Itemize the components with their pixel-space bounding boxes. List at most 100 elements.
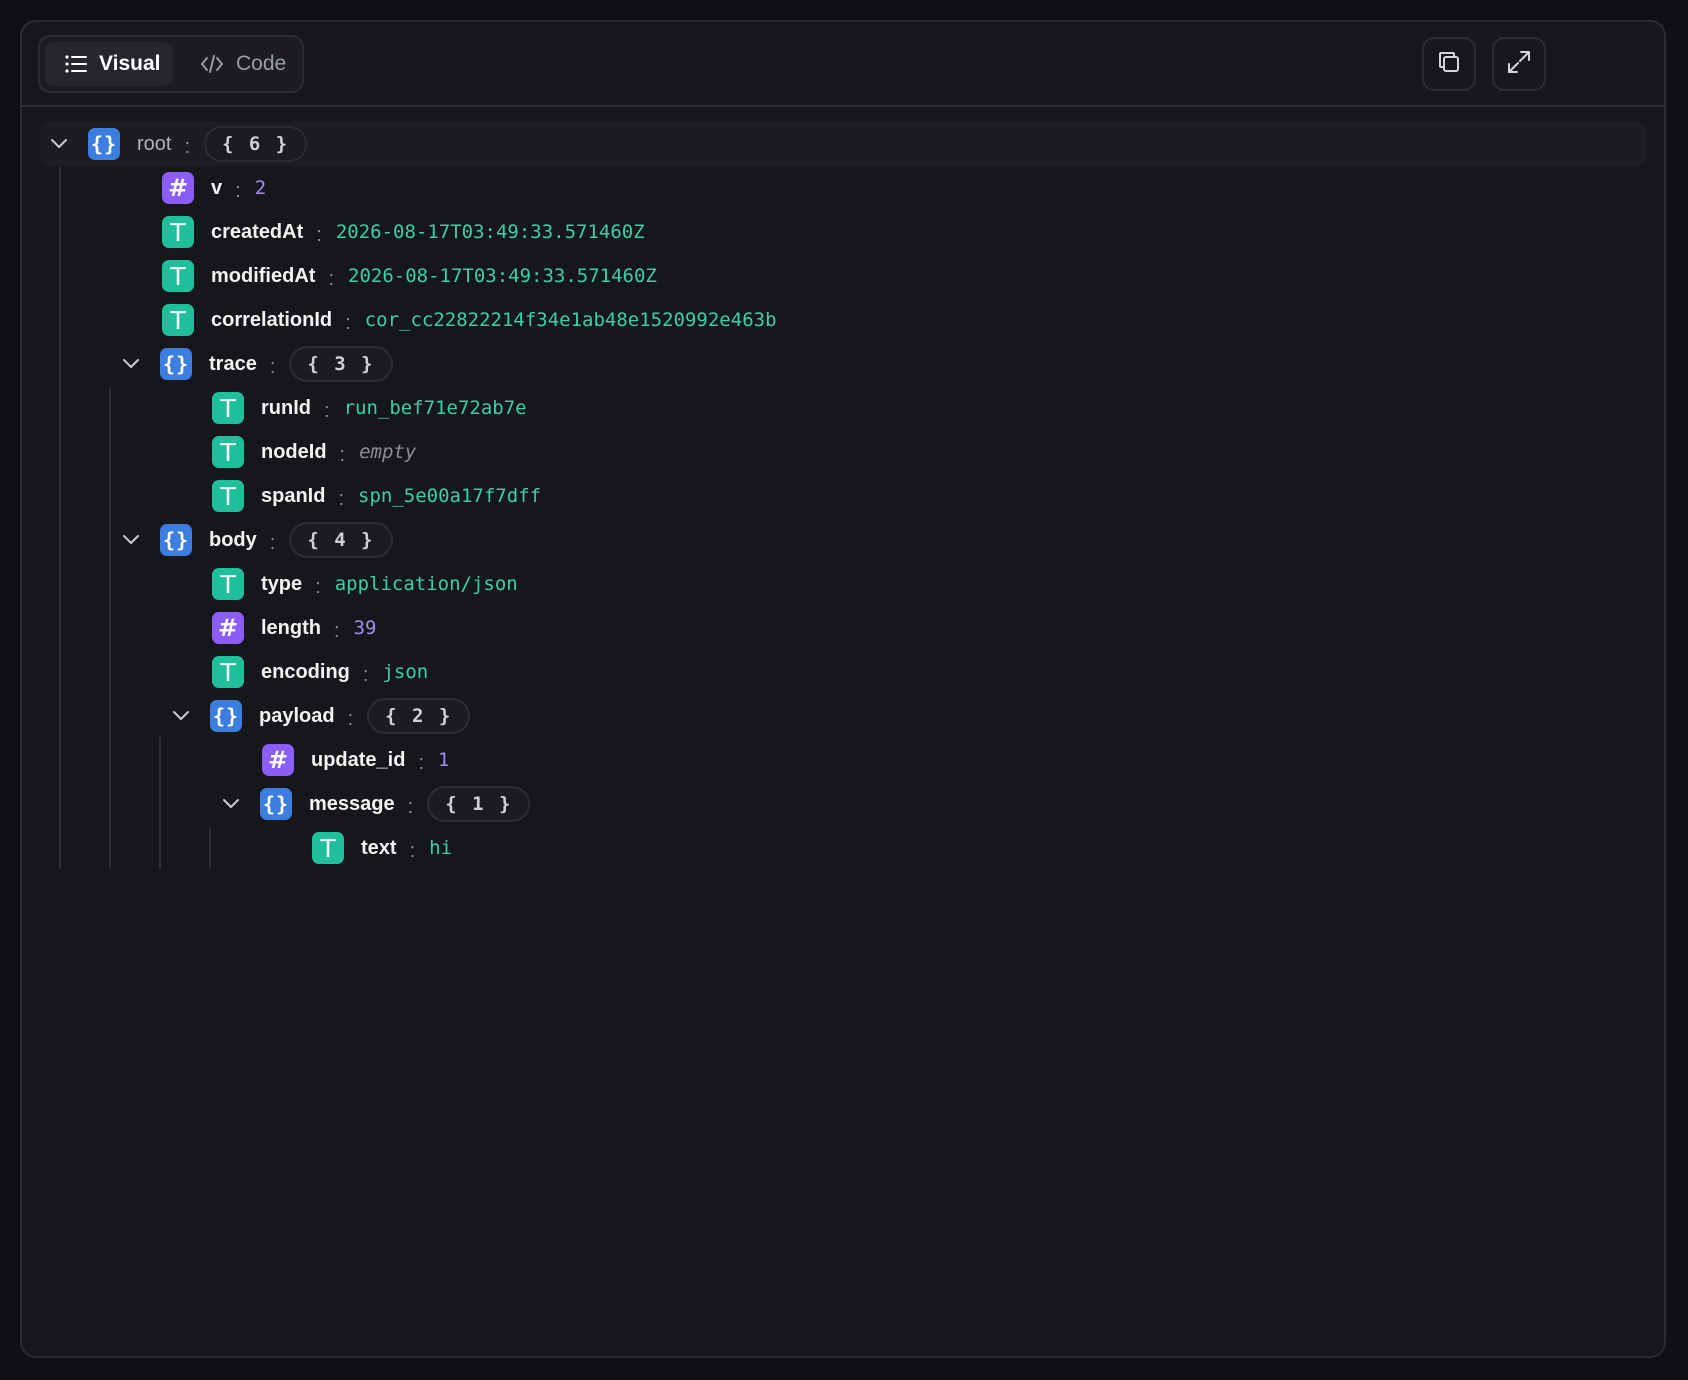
tree-node-modifiedAt[interactable]: T modifiedAt : 2026-08-17T03:49:33.57146… bbox=[162, 254, 657, 298]
node-value: cor_cc22822214f34e1ab48e1520992e463b bbox=[364, 309, 777, 331]
key-separator: : bbox=[269, 531, 276, 554]
node-value: hi bbox=[429, 837, 453, 859]
node-value: 2026-08-17T03:49:33.571460Z bbox=[348, 265, 657, 287]
number-type-icon: # bbox=[262, 744, 294, 776]
tree-node-body[interactable]: {} body : { 4 } bbox=[120, 518, 393, 562]
string-type-icon: T bbox=[212, 436, 244, 468]
string-type-icon: T bbox=[212, 480, 244, 512]
node-key: length bbox=[261, 616, 321, 639]
object-type-icon: {} bbox=[210, 700, 242, 732]
node-key: correlationId bbox=[211, 308, 333, 331]
node-key: nodeId bbox=[261, 440, 327, 463]
tree-node-payload[interactable]: {} payload : { 2 } bbox=[170, 694, 471, 738]
node-key: root bbox=[137, 132, 172, 155]
tree-node-correlationId[interactable]: T correlationId : cor_cc22822214f34e1ab4… bbox=[162, 298, 777, 342]
node-key: modifiedAt bbox=[211, 264, 316, 287]
node-key: spanId bbox=[261, 484, 326, 507]
object-type-icon: {} bbox=[160, 524, 192, 556]
node-value: run_bef71e72ab7e bbox=[343, 397, 527, 419]
key-separator: : bbox=[339, 443, 346, 466]
chevron-down-icon[interactable] bbox=[120, 353, 142, 375]
node-key: createdAt bbox=[211, 220, 304, 243]
code-icon bbox=[200, 55, 224, 73]
chevron-down-icon[interactable] bbox=[48, 133, 70, 155]
tree-node-createdAt[interactable]: T createdAt : 2026-08-17T03:49:33.571460… bbox=[162, 210, 645, 254]
string-type-icon: T bbox=[212, 392, 244, 424]
child-count-badge: { 1 } bbox=[427, 786, 531, 822]
string-type-icon: T bbox=[162, 304, 194, 336]
string-type-icon: T bbox=[212, 568, 244, 600]
key-separator: : bbox=[316, 223, 322, 246]
viewer-header: Visual Code bbox=[22, 22, 1664, 107]
object-type-icon: {} bbox=[260, 788, 292, 820]
key-separator: : bbox=[184, 135, 191, 158]
number-type-icon: # bbox=[162, 172, 194, 204]
string-type-icon: T bbox=[212, 656, 244, 688]
string-type-icon: T bbox=[162, 216, 194, 248]
copy-icon bbox=[1436, 49, 1462, 80]
tree-node-type[interactable]: T type : application/json bbox=[212, 562, 518, 606]
node-key: text bbox=[361, 836, 397, 859]
tree-node-v[interactable]: # v : 2 bbox=[162, 166, 266, 210]
node-value: 2026-08-17T03:49:33.571460Z bbox=[335, 221, 645, 243]
node-key: body bbox=[209, 528, 257, 551]
node-key: encoding bbox=[261, 660, 350, 683]
copy-button[interactable] bbox=[1422, 37, 1476, 91]
string-type-icon: T bbox=[162, 260, 194, 292]
tab-code-label: Code bbox=[236, 52, 287, 75]
key-separator: : bbox=[334, 619, 340, 642]
tree-node-encoding[interactable]: T encoding : json bbox=[212, 650, 428, 694]
key-separator: : bbox=[269, 355, 276, 378]
node-value: application/json bbox=[334, 573, 518, 595]
tree-node-update_id[interactable]: # update_id : 1 bbox=[262, 738, 449, 782]
tree-guide bbox=[59, 167, 61, 869]
view-mode-tabs: Visual Code bbox=[38, 35, 304, 93]
tree-node-nodeId[interactable]: T nodeId : empty bbox=[212, 430, 416, 474]
tab-visual-label: Visual bbox=[99, 52, 161, 75]
chevron-down-icon[interactable] bbox=[220, 793, 242, 815]
tree-guide bbox=[159, 737, 161, 869]
expand-icon bbox=[1506, 49, 1532, 80]
node-value-empty: empty bbox=[359, 441, 417, 463]
tab-visual[interactable]: Visual bbox=[45, 42, 173, 86]
tree-node-spanId[interactable]: T spanId : spn_5e00a17f7dff bbox=[212, 474, 541, 518]
number-type-icon: # bbox=[212, 612, 244, 644]
tree-node-root[interactable]: {} root : { 6 } bbox=[48, 122, 308, 166]
child-count-badge: { 3 } bbox=[289, 346, 393, 382]
node-key: payload bbox=[259, 704, 335, 727]
tree-node-text[interactable]: T text : hi bbox=[312, 826, 452, 870]
chevron-down-icon[interactable] bbox=[170, 705, 192, 727]
node-value: 1 bbox=[438, 749, 450, 771]
node-value: json bbox=[382, 661, 429, 683]
child-count-badge: { 4 } bbox=[289, 522, 393, 558]
key-separator: : bbox=[338, 487, 345, 510]
child-count-badge: { 6 } bbox=[204, 126, 308, 162]
key-separator: : bbox=[345, 311, 351, 334]
node-key: trace bbox=[209, 352, 257, 375]
node-key: runId bbox=[261, 396, 311, 419]
tree-guide bbox=[209, 827, 211, 869]
node-value: 39 bbox=[353, 617, 377, 639]
tree-node-trace[interactable]: {} trace : { 3 } bbox=[120, 342, 393, 386]
node-key: v bbox=[211, 176, 223, 199]
chevron-down-icon[interactable] bbox=[120, 529, 142, 551]
string-type-icon: T bbox=[312, 832, 344, 864]
tree-node-runId[interactable]: T runId : run_bef71e72ab7e bbox=[212, 386, 527, 430]
key-separator: : bbox=[328, 267, 334, 290]
object-type-icon: {} bbox=[160, 348, 192, 380]
tree-node-message[interactable]: {} message : { 1 } bbox=[220, 782, 531, 826]
key-separator: : bbox=[407, 795, 414, 818]
list-icon bbox=[65, 55, 87, 73]
node-value: 2 bbox=[254, 177, 267, 199]
node-key: message bbox=[309, 792, 395, 815]
node-key: update_id bbox=[311, 748, 406, 771]
expand-button[interactable] bbox=[1492, 37, 1546, 91]
node-key: type bbox=[261, 572, 303, 595]
key-separator: : bbox=[235, 179, 241, 202]
tab-code[interactable]: Code bbox=[180, 42, 306, 86]
key-separator: : bbox=[362, 663, 369, 686]
key-separator: : bbox=[409, 839, 416, 862]
key-separator: : bbox=[324, 399, 330, 422]
tree-node-length[interactable]: # length : 39 bbox=[212, 606, 376, 650]
key-separator: : bbox=[315, 575, 321, 598]
